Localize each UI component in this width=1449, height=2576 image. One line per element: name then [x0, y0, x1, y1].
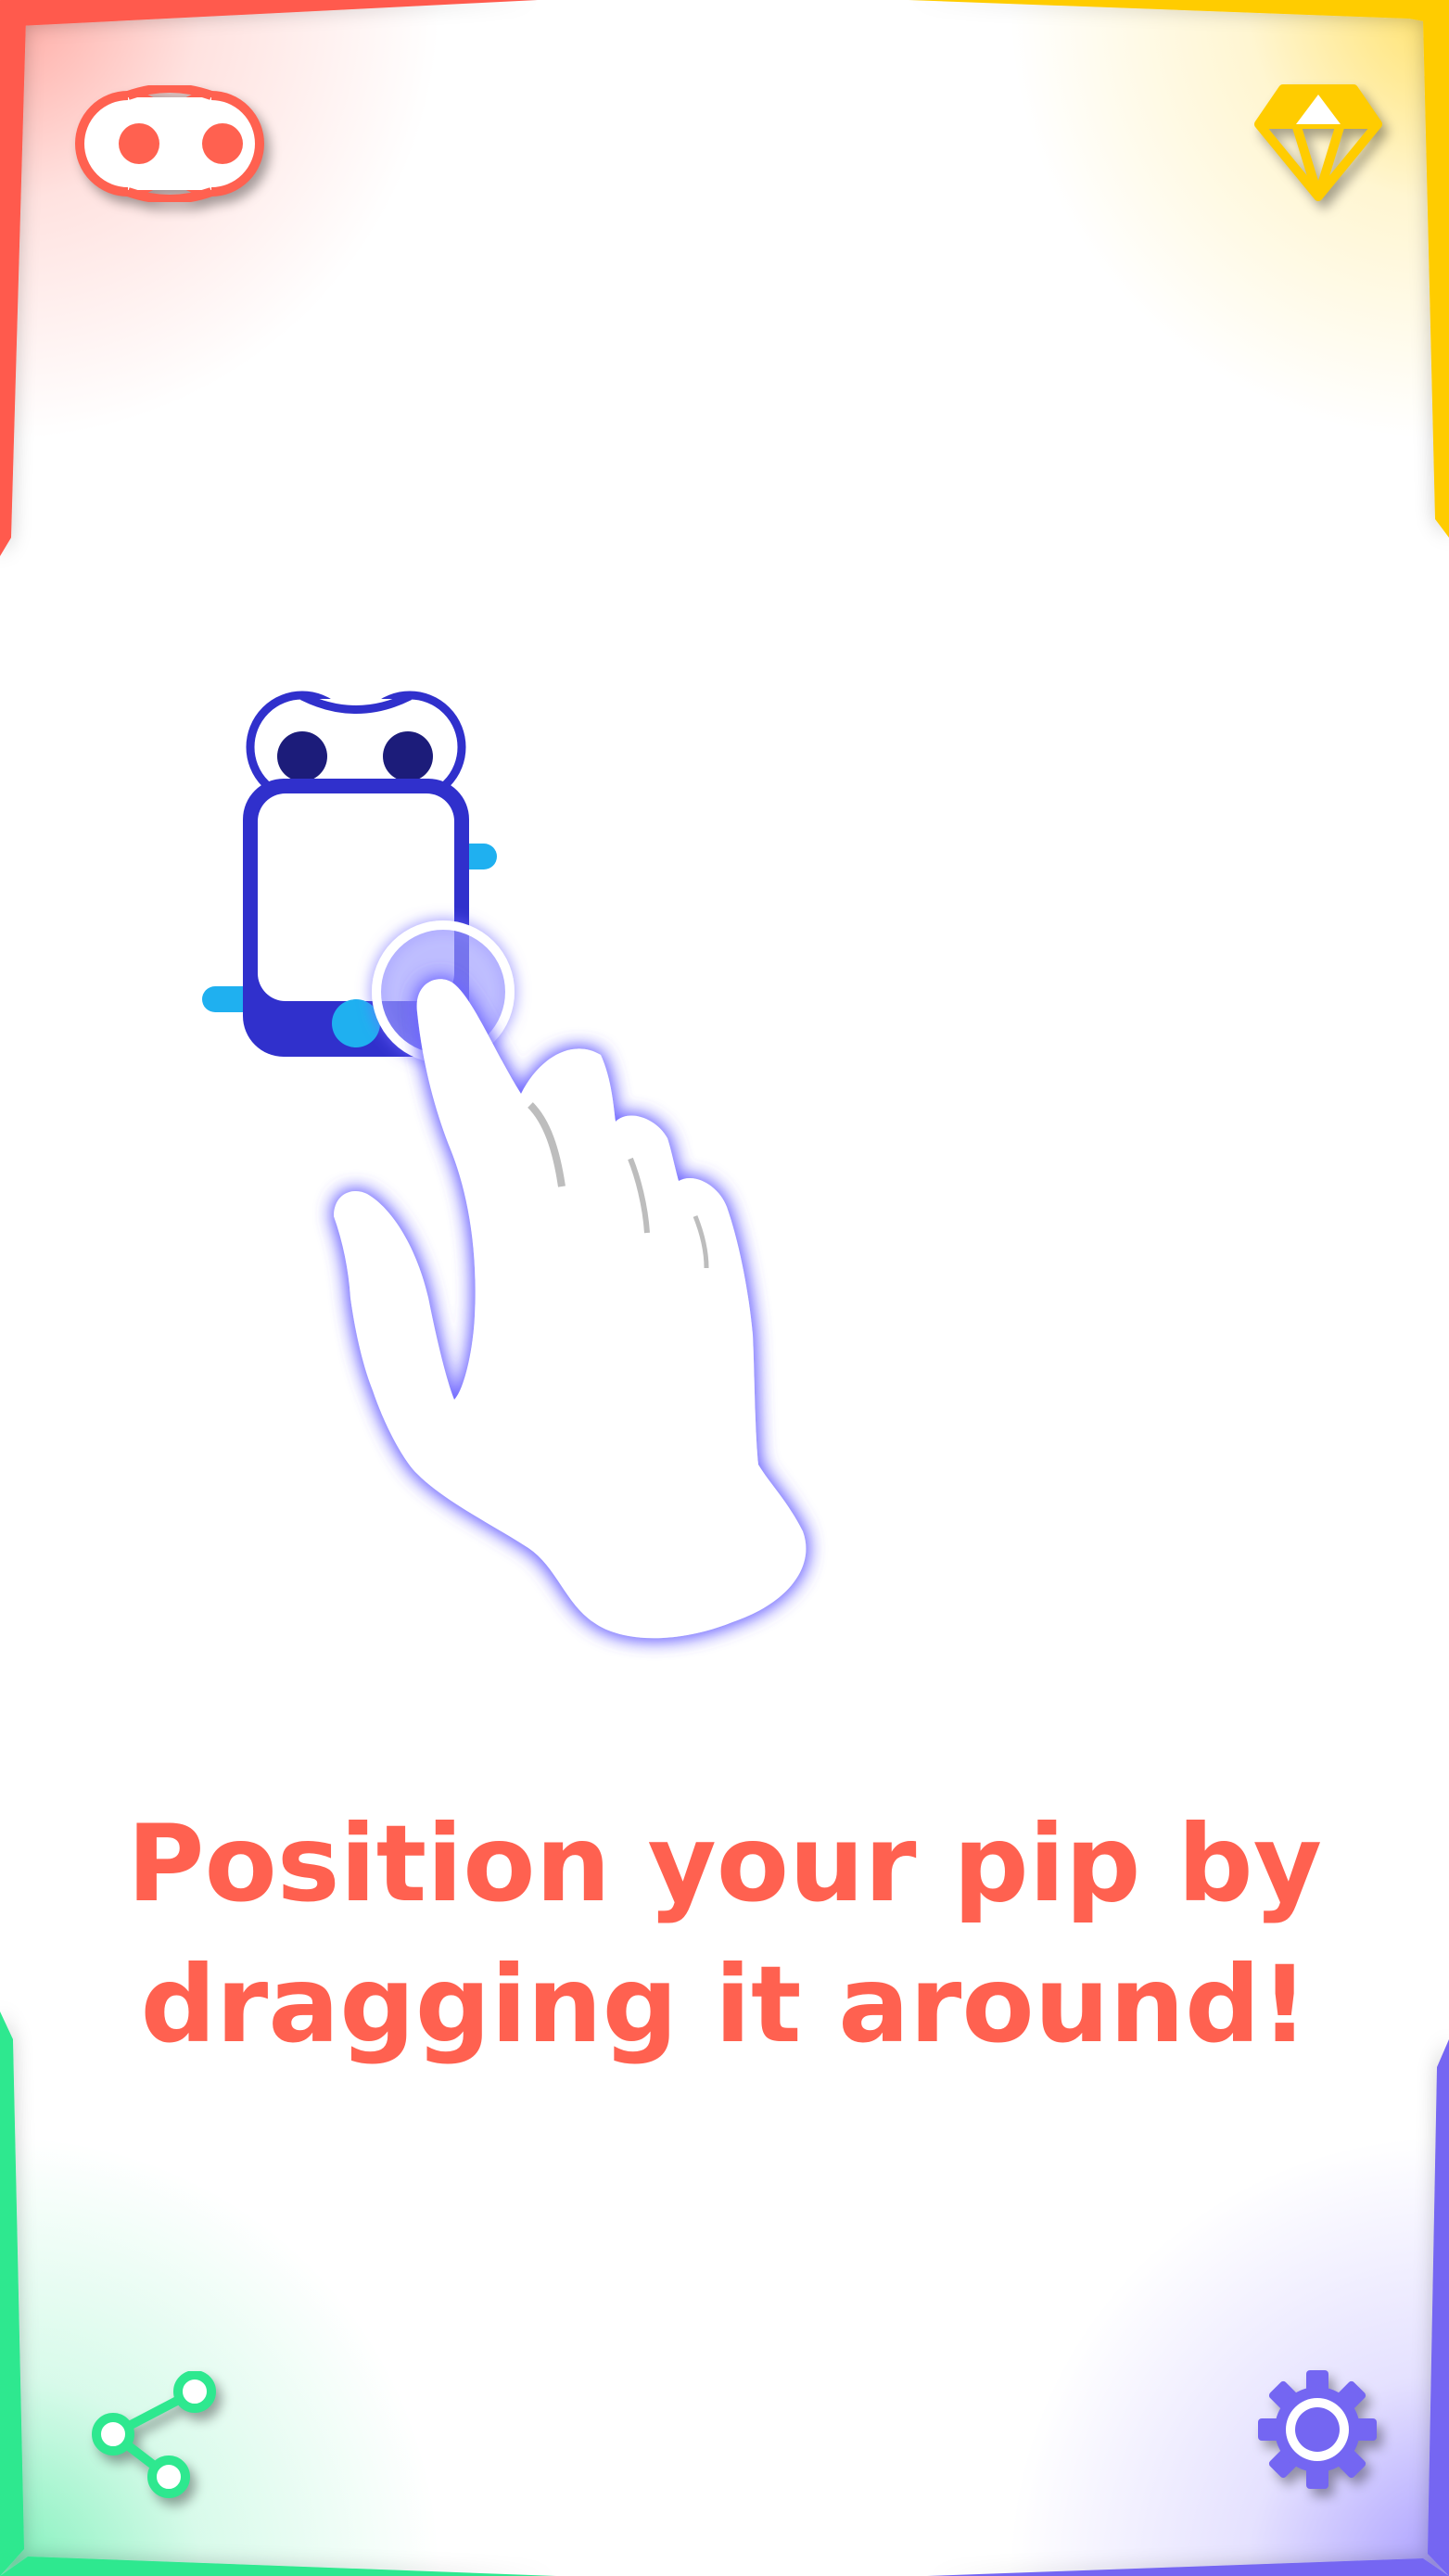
googly-eyes-icon	[75, 85, 264, 202]
drag-tutorial-illustration	[202, 691, 807, 1639]
instruction-text: Position your pip by dragging it around!	[56, 1794, 1393, 2075]
gem-store-button[interactable]	[1253, 82, 1383, 204]
diamond-gem-icon	[1254, 84, 1382, 201]
pointing-hand-icon	[334, 979, 807, 1639]
settings-button[interactable]	[1253, 2366, 1381, 2494]
share-button[interactable]	[89, 2371, 219, 2501]
instruction-line-1: Position your pip by	[126, 1802, 1323, 1925]
gear-icon	[1258, 2370, 1377, 2489]
googly-eyes-button[interactable]	[72, 85, 267, 202]
instruction-line-2: dragging it around!	[140, 1943, 1309, 2066]
share-icon	[92, 2371, 216, 2498]
